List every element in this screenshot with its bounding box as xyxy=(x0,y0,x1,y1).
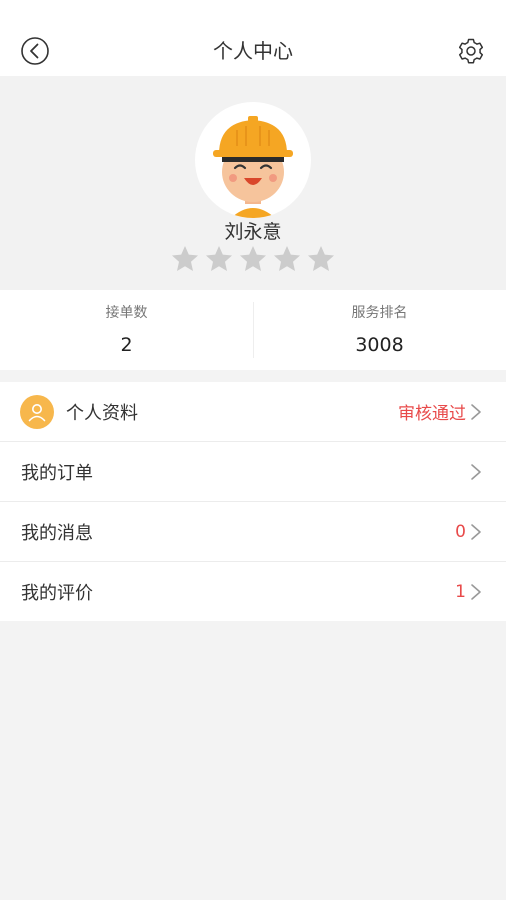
gear-icon xyxy=(458,38,484,64)
menu-item-label: 我的评价 xyxy=(21,582,93,604)
menu-item-label: 个人资料 xyxy=(66,402,138,424)
stat-rank-label: 服务排名 xyxy=(351,305,408,321)
menu-item-label: 我的订单 xyxy=(21,462,93,484)
star-icon xyxy=(274,246,300,271)
menu-item-reviews[interactable]: 我的评价 1 xyxy=(0,562,506,621)
star-icon xyxy=(240,246,266,271)
worker-avatar-icon xyxy=(213,116,293,218)
avatar[interactable] xyxy=(195,102,311,218)
stats-divider xyxy=(253,302,254,358)
stat-orders-value: 2 xyxy=(120,334,133,356)
stat-orders-label: 接单数 xyxy=(105,305,148,321)
star-icon xyxy=(206,246,232,271)
menu-item-right: 1 xyxy=(455,562,482,621)
profile-section: 刘永意 xyxy=(0,76,506,290)
menu-item-orders[interactable]: 我的订单 xyxy=(0,442,506,502)
status-badge: 审核通过 xyxy=(398,404,466,424)
menu-item-right: 0 xyxy=(455,502,482,561)
menu-item-right xyxy=(466,442,482,501)
menu-item-label: 我的消息 xyxy=(21,522,93,544)
stat-orders: 接单数 2 xyxy=(0,290,253,370)
page-title: 个人中心 xyxy=(213,39,293,63)
chevron-right-icon xyxy=(471,523,481,540)
star-icon xyxy=(172,246,198,271)
chevron-right-icon xyxy=(471,463,481,480)
rating-stars xyxy=(170,244,336,278)
settings-button[interactable] xyxy=(456,36,486,66)
user-name: 刘永意 xyxy=(224,221,282,243)
menu-item-right: 审核通过 xyxy=(398,382,482,441)
header: 个人中心 xyxy=(0,0,506,76)
star-icon xyxy=(308,246,334,271)
stat-rank: 服务排名 3008 xyxy=(253,290,506,370)
menu-list: 个人资料 审核通过 我的订单 我的消息 0 我的评价 1 xyxy=(0,382,506,621)
chevron-right-icon xyxy=(471,403,481,420)
review-count-badge: 1 xyxy=(455,581,466,602)
menu-item-profile[interactable]: 个人资料 审核通过 xyxy=(0,382,506,442)
message-count-badge: 0 xyxy=(455,521,466,542)
user-icon xyxy=(20,394,54,429)
chevron-right-icon xyxy=(471,583,481,600)
page: 个人中心 刘永意 接单数 2 服务排名 3008 个人资料 审核通过 我的订单 … xyxy=(0,0,506,900)
menu-item-messages[interactable]: 我的消息 0 xyxy=(0,502,506,562)
stat-rank-value: 3008 xyxy=(355,334,404,356)
